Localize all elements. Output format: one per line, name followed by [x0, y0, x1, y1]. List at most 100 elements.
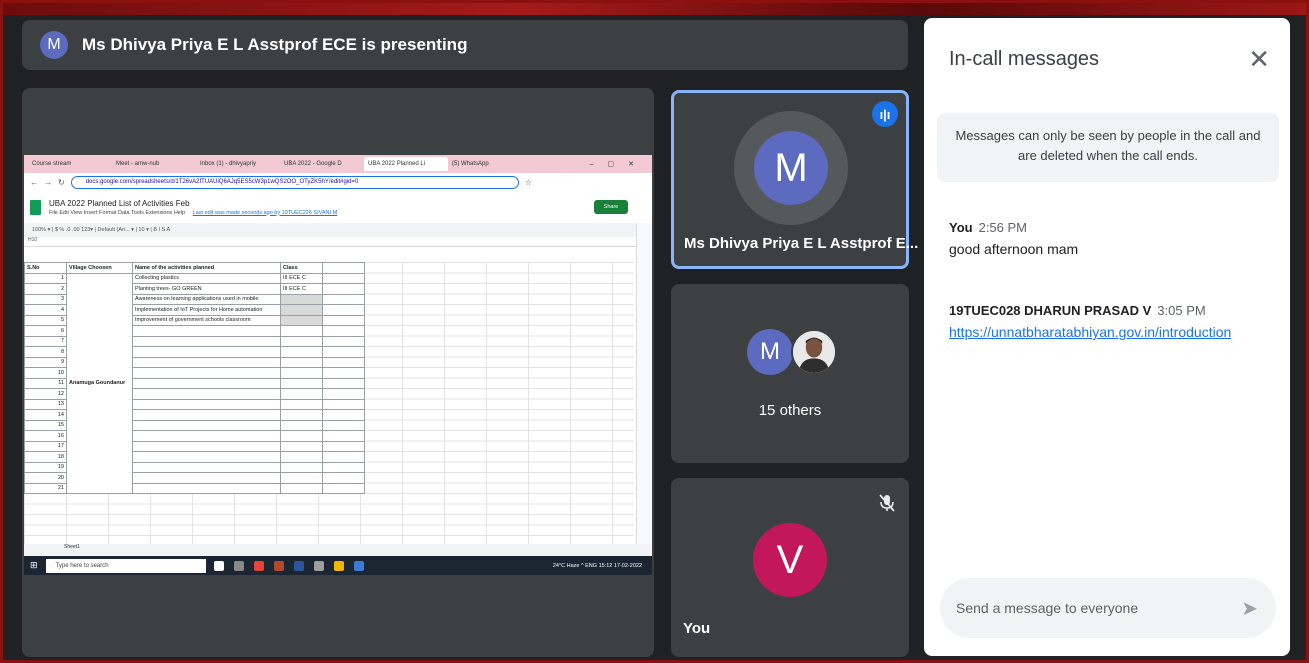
taskbar-search: Type here to search [45, 558, 206, 573]
browser-tab: Course stream [32, 161, 72, 167]
table-cell [280, 451, 323, 463]
table-cell: 19 [24, 461, 67, 473]
table-cell [280, 461, 323, 473]
star-icon: ☆ [524, 177, 532, 187]
participant-avatar: M [747, 329, 793, 375]
last-edit-link: Last edit was made seconds ago by 19TUEC… [192, 209, 338, 216]
table-cell [132, 409, 281, 421]
presenter-avatar: M [40, 31, 68, 59]
table-cell [132, 430, 281, 442]
task-view-icon [233, 560, 244, 571]
message-text: good afternoon mam [949, 241, 1079, 257]
sheet-grid: S.No Village Choosen Name of the activitie… [24, 262, 634, 544]
browser-tab: UBA 2022 - Google D [284, 161, 342, 167]
table-cell: 8 [24, 346, 67, 358]
table-cell [322, 325, 365, 337]
table-cell [280, 430, 323, 442]
taskbar-apps [213, 560, 364, 571]
formula-bar: H10 [24, 237, 652, 247]
table-cell [322, 409, 365, 421]
table-cell [280, 398, 323, 410]
reload-icon: ↻ [58, 177, 65, 187]
sheet-tab: Sheet1 [64, 544, 80, 550]
shared-screen: Course stream Meet - amw-nub Inbox (1) -… [24, 155, 652, 575]
system-tray: 24°C Haze ^ ENG 15:12 17-02-2022 [552, 562, 642, 569]
table-cell [322, 283, 365, 295]
table-cell [322, 482, 365, 494]
table-cell [132, 367, 281, 379]
activities-table: S.No Village Choosen Name of the activitie… [24, 262, 365, 494]
message-link[interactable]: https://unnatbharatabhiyan.gov.in/introd… [949, 324, 1231, 340]
participant-tile-others[interactable]: M 15 others [671, 284, 909, 463]
sheets-menu: File Edit View Insert Format Data Tools … [49, 209, 186, 216]
table-cell [280, 293, 323, 305]
table-cell: III ECE C [280, 272, 323, 284]
app-icon [313, 560, 324, 571]
table-cell [322, 398, 365, 410]
table-cell: 13 [24, 398, 67, 410]
table-cell: 5 [24, 314, 67, 326]
table-cell [322, 346, 365, 358]
table-cell [322, 272, 365, 284]
presenting-bar: M Ms Dhivya Priya E L Asstprof ECE is pr… [22, 20, 908, 70]
table-cell [322, 472, 365, 484]
table-cell [280, 304, 323, 316]
participant-tile-self[interactable]: V You [671, 478, 909, 657]
table-cell [322, 440, 365, 452]
table-cell: 10 [24, 367, 67, 379]
message-sender: You [949, 220, 973, 235]
message-time: 3:05 PM [1157, 303, 1206, 318]
table-row: 1 Anamuga Goundanur Collecting plastics III… [24, 272, 365, 494]
table-cell: Implementation of IoT Projects for Home … [132, 304, 281, 316]
table-cell [280, 367, 323, 379]
chrome-icon [253, 560, 264, 571]
speaker-avatar: M [754, 131, 828, 205]
close-icon[interactable]: ✕ [1248, 44, 1270, 75]
table-header-row: S.No Village Choosen Name of the activitie… [24, 262, 365, 274]
messages-info-note: Messages can only be seen by people in t… [937, 113, 1279, 182]
table-cell [322, 304, 365, 316]
header-cell: Name of the activities planned [132, 262, 281, 274]
table-cell: Planting trees- GO GREEN [132, 283, 281, 295]
address-bar: docs.google.com/spreadsheets/d/1T26vA2fT… [70, 175, 519, 189]
table-cell [280, 409, 323, 421]
table-cell [322, 430, 365, 442]
table-cell: III ECE C [280, 283, 323, 295]
table-cell [322, 461, 365, 473]
explorer-icon [333, 560, 344, 571]
table-cell [322, 293, 365, 305]
message-input[interactable] [956, 600, 1226, 616]
speaking-indicator-icon: ı|ı [872, 101, 898, 127]
message-sender: 19TUEC028 DHARUN PRASAD V [949, 303, 1152, 318]
sheets-logo-icon [30, 199, 41, 215]
participant-tile-speaker[interactable]: M ı|ı Ms Dhivya Priya E L Asstprof E... [671, 90, 918, 269]
person-photo-icon [793, 331, 835, 373]
header-cell: Class [280, 262, 323, 274]
sheets-header: UBA 2022 Planned List of Activities Feb … [24, 191, 652, 223]
cortana-icon [213, 560, 224, 571]
table-cell: 16 [24, 430, 67, 442]
screen-share-area: Course stream Meet - amw-nub Inbox (1) -… [22, 88, 654, 657]
window-controls: –▢✕ [589, 161, 648, 168]
browser-urlbar: ← → ↻ docs.google.com/spreadsheets/d/1T2… [24, 173, 652, 191]
table-cell [280, 472, 323, 484]
table-cell [132, 388, 281, 400]
table-cell [280, 314, 323, 326]
table-cell [280, 325, 323, 337]
table-cell [132, 419, 281, 431]
send-icon[interactable]: ➤ [1241, 596, 1258, 621]
table-cell [132, 440, 281, 452]
header-cell [322, 262, 365, 274]
table-cell: 17 [24, 440, 67, 452]
header-cell: S.No [24, 262, 67, 274]
presenting-label: Ms Dhivya Priya E L Asstprof ECE is pres… [82, 35, 468, 54]
table-cell [132, 472, 281, 484]
powerpoint-icon [273, 560, 284, 571]
table-cell: 11 [24, 377, 67, 389]
table-cell: 4 [24, 304, 67, 316]
table-cell: 3 [24, 293, 67, 305]
table-cell [132, 325, 281, 337]
chat-message: 19TUEC028 DHARUN PRASAD V 3:05 PM https:/… [949, 303, 1231, 340]
table-cell: 20 [24, 472, 67, 484]
self-name: You [683, 620, 711, 637]
